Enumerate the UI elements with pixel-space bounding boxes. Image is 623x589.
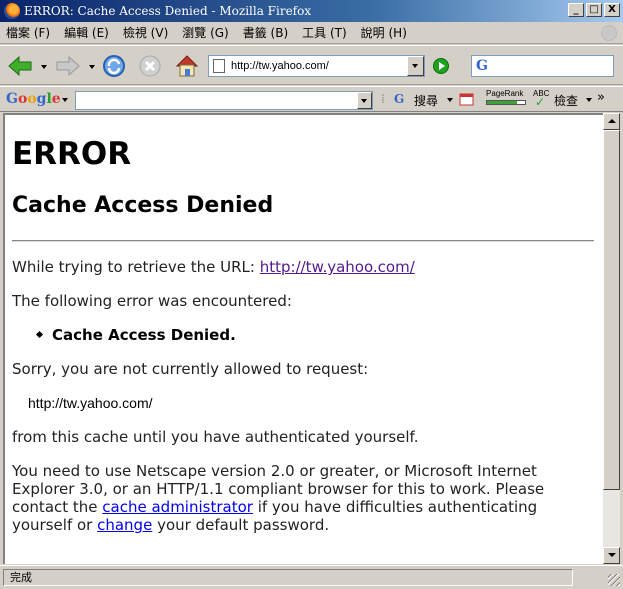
pagerank-fill — [487, 101, 518, 104]
cache-administrator-link[interactable]: cache administrator — [102, 498, 253, 516]
google-toolbar: Google ⁞ G 搜尋 PageRank ABC ✓ 檢查 » — [0, 86, 623, 112]
window-controls: _ □ X — [568, 3, 620, 17]
maximize-button[interactable]: □ — [586, 3, 602, 17]
sorry-text: Sorry, you are not currently allowed to … — [12, 360, 369, 378]
stop-icon — [139, 55, 161, 77]
resize-grip-icon[interactable] — [608, 574, 620, 586]
check-mark-icon: ✓ — [535, 95, 546, 109]
status-text: 完成 — [3, 569, 573, 586]
menu-go[interactable]: 瀏覽 (G) — [182, 24, 228, 41]
google-search-dropdown[interactable] — [357, 92, 372, 109]
retrieve-url-paragraph: While trying to retrieve the URL: http:/… — [12, 258, 594, 276]
reload-button[interactable] — [100, 52, 128, 80]
requested-url-link[interactable]: http://tw.yahoo.com/ — [260, 258, 415, 276]
spellcheck-dropdown-icon[interactable] — [586, 98, 592, 102]
throbber-icon — [601, 25, 617, 41]
google-search-input[interactable] — [75, 91, 373, 110]
back-dropdown-icon[interactable] — [41, 65, 47, 69]
search-dropdown-icon[interactable] — [447, 98, 453, 102]
error-list: Cache Access Denied. — [34, 326, 594, 344]
chevron-down-icon — [361, 99, 367, 103]
menu-bar: 檔案 (F) 編輯 (E) 檢視 (V) 瀏覽 (G) 書籤 (B) 工具 (T… — [0, 22, 623, 44]
page-icon — [213, 59, 225, 73]
toolbar-overflow-button[interactable]: » — [597, 90, 605, 105]
address-bar[interactable]: http://tw.yahoo.com/ — [208, 55, 425, 77]
home-button[interactable] — [173, 52, 201, 80]
menu-bookmarks[interactable]: 書籤 (B) — [243, 24, 288, 41]
forward-arrow-icon — [56, 55, 80, 77]
error-subheading: Cache Access Denied — [12, 193, 274, 218]
menu-edit[interactable]: 編輯 (E) — [64, 24, 109, 41]
requested-url-text: http://tw.yahoo.com/ — [28, 395, 153, 411]
forward-button[interactable] — [54, 54, 82, 78]
stop-button[interactable] — [137, 53, 163, 79]
firefox-logo-icon — [4, 3, 20, 19]
menu-view[interactable]: 檢視 (V) — [123, 24, 168, 41]
title-bar: ERROR: Cache Access Denied - Mozilla Fir… — [0, 0, 623, 22]
search-box[interactable]: G — [471, 55, 614, 77]
chevron-down-icon — [412, 64, 418, 68]
menu-help[interactable]: 說明 (H) — [361, 24, 407, 41]
spellcheck-button[interactable]: 檢查 — [554, 92, 578, 109]
authenticate-text: from this cache until you have authentic… — [12, 428, 419, 446]
google-logo[interactable]: Google — [6, 91, 61, 107]
scrollbar-thumb[interactable] — [603, 130, 620, 490]
reload-icon — [103, 55, 125, 77]
error-heading: ERROR — [12, 136, 132, 172]
search-engine-icon[interactable]: G — [476, 58, 488, 74]
home-icon — [175, 55, 199, 77]
url-dropdown-button[interactable] — [407, 56, 424, 76]
status-bar: 完成 — [0, 565, 623, 589]
toolbar-separator-icon: ⁞ — [381, 92, 385, 106]
retrieve-url-text: While trying to retrieve the URL: — [12, 258, 260, 276]
default-password-text: your default password. — [152, 516, 330, 534]
vertical-scrollbar[interactable] — [603, 113, 620, 564]
window-title: ERROR: Cache Access Denied - Mozilla Fir… — [24, 4, 312, 18]
google-search-icon[interactable]: G — [394, 92, 404, 106]
forward-dropdown-icon[interactable] — [89, 65, 95, 69]
page-content: ERROR Cache Access Denied While trying t… — [3, 113, 603, 564]
go-button[interactable] — [433, 58, 449, 74]
change-password-link[interactable]: change — [97, 516, 152, 534]
minimize-button[interactable]: _ — [568, 3, 584, 17]
back-button[interactable] — [6, 54, 34, 78]
pagerank-label: PageRank — [486, 89, 524, 98]
navigation-toolbar: http://tw.yahoo.com/ G — [0, 45, 623, 85]
pagerank-bar[interactable] — [486, 100, 526, 105]
error-intro-text: The following error was encountered: — [12, 292, 292, 310]
error-list-item: Cache Access Denied. — [34, 326, 594, 344]
google-search-button[interactable]: 搜尋 — [414, 92, 438, 109]
url-input[interactable]: http://tw.yahoo.com/ — [231, 60, 407, 72]
google-menu-dropdown-icon[interactable] — [62, 98, 68, 102]
close-button[interactable]: X — [604, 3, 620, 17]
scroll-up-button[interactable] — [603, 113, 620, 130]
scroll-down-button[interactable] — [603, 547, 620, 564]
menu-tools[interactable]: 工具 (T) — [302, 24, 347, 41]
popup-blocker-icon[interactable] — [459, 91, 475, 110]
divider — [12, 240, 594, 242]
browser-requirement-paragraph: You need to use Netscape version 2.0 or … — [12, 462, 594, 534]
menu-file[interactable]: 檔案 (F) — [6, 24, 50, 41]
back-arrow-icon — [8, 55, 32, 77]
popup-blocker-graphic — [459, 93, 474, 106]
